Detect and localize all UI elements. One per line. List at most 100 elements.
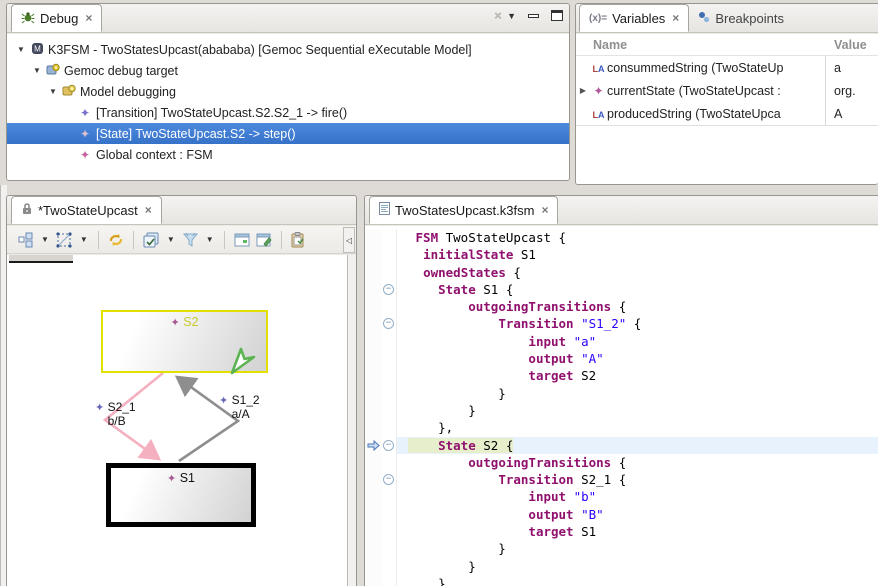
code-line-15[interactable]: − Transition S2_1 {: [365, 471, 878, 488]
code-line-3[interactable]: ownedStates {: [365, 264, 878, 281]
code-line-12[interactable]: },: [365, 419, 878, 436]
maximize-icon[interactable]: [551, 10, 563, 21]
code-line-21[interactable]: }: [365, 575, 878, 586]
debug-tree-item-2[interactable]: ▼Model debugging: [7, 81, 569, 102]
layout-icon[interactable]: [15, 229, 37, 251]
code-text[interactable]: output "B": [397, 506, 878, 523]
code-text[interactable]: }: [397, 558, 878, 575]
code-text[interactable]: target S2: [397, 367, 878, 384]
code-line-19[interactable]: }: [365, 540, 878, 557]
minimize-icon[interactable]: [528, 14, 539, 18]
code-line-11[interactable]: }: [365, 402, 878, 419]
layers-icon[interactable]: [140, 229, 163, 251]
expander-expanded-icon[interactable]: ▼: [29, 66, 45, 75]
dropdown-arrow-icon[interactable]: ▼: [163, 235, 179, 244]
code-line-7[interactable]: input "a": [365, 333, 878, 350]
code-text[interactable]: initialState S1: [397, 246, 878, 263]
dropdown-arrow-icon[interactable]: ▼: [202, 235, 218, 244]
fold-margin: [382, 454, 397, 471]
debug-tree-item-4[interactable]: ✦[State] TwoStateUpcast.S2 -> step(): [7, 123, 569, 144]
code-text[interactable]: input "b": [397, 488, 878, 505]
code-text[interactable]: ownedStates {: [397, 264, 878, 281]
clipboard-icon[interactable]: [288, 229, 308, 251]
tab-code[interactable]: TwoStatesUpcast.k3fsm ×: [369, 196, 558, 224]
window-edit-icon[interactable]: [253, 229, 275, 251]
code-line-13[interactable]: − State S2 {: [365, 437, 878, 454]
code-text[interactable]: State S1 {: [397, 281, 878, 298]
code-line-5[interactable]: outgoingTransitions {: [365, 298, 878, 315]
fold-collapse-icon[interactable]: −: [383, 474, 394, 485]
code-line-4[interactable]: − State S1 {: [365, 281, 878, 298]
fold-collapse-icon[interactable]: −: [383, 440, 394, 451]
code-line-10[interactable]: }: [365, 385, 878, 402]
code-line-16[interactable]: input "b": [365, 488, 878, 505]
expander-expanded-icon[interactable]: ▼: [13, 45, 29, 54]
fold-collapse-icon[interactable]: −: [383, 284, 394, 295]
view-menu-icon[interactable]: ▼: [507, 11, 516, 21]
code-line-2[interactable]: initialState S1: [365, 246, 878, 263]
code-text[interactable]: FSM TwoStateUpcast {: [397, 229, 878, 246]
code-text[interactable]: }: [397, 385, 878, 402]
code-text[interactable]: output "A": [397, 350, 878, 367]
code-text[interactable]: target S1: [397, 523, 878, 540]
expander-collapsed-icon[interactable]: ▶: [576, 86, 590, 95]
state-S1[interactable]: ✦ S1: [106, 463, 256, 527]
variable-row-0[interactable]: LAconsummedString (TwoStateUpa: [576, 56, 878, 79]
tab-diagram[interactable]: *TwoStateUpcast ×: [11, 196, 162, 224]
code-line-6[interactable]: − Transition "S1_2" {: [365, 315, 878, 332]
debug-tree-item-3[interactable]: ✦[Transition] TwoStateUpcast.S2.S2_1 -> …: [7, 102, 569, 123]
variables-column-header[interactable]: Name Value: [576, 34, 878, 56]
code-text[interactable]: Transition S2_1 {: [397, 471, 878, 488]
toolbar-collapse-button[interactable]: ◁: [343, 227, 355, 253]
diagram-canvas[interactable]: ✦ S2 ✦ S1 ✦ S2_1b/B ✦ S1: [7, 255, 356, 586]
dropdown-arrow-icon[interactable]: ▼: [76, 235, 92, 244]
remove-terminated-icon[interactable]: ××: [494, 8, 495, 23]
code-line-18[interactable]: target S1: [365, 523, 878, 540]
fold-margin: [382, 419, 397, 436]
debug-target-icon: [45, 63, 61, 79]
code-text[interactable]: },: [397, 419, 878, 436]
tab-debug[interactable]: Debug ×: [11, 4, 102, 32]
variable-row-1[interactable]: ▶✦currentState (TwoStateUpcast :org.: [576, 79, 878, 102]
code-text[interactable]: Transition "S1_2" {: [397, 315, 878, 332]
fold-margin[interactable]: −: [382, 281, 397, 298]
expander-expanded-icon[interactable]: ▼: [45, 87, 61, 96]
tab-variables[interactable]: (x)= Variables ×: [579, 4, 689, 32]
fold-margin[interactable]: −: [382, 437, 397, 454]
code-line-14[interactable]: outgoingTransitions {: [365, 454, 878, 471]
window-icon[interactable]: [231, 229, 253, 251]
code-area[interactable]: FSM TwoStateUpcast { initialState S1 own…: [365, 226, 878, 586]
dropdown-arrow-icon[interactable]: ▼: [37, 235, 53, 244]
tab-breakpoints[interactable]: Breakpoints: [689, 4, 793, 32]
code-line-1[interactable]: FSM TwoStateUpcast {: [365, 229, 878, 246]
code-text[interactable]: }: [397, 575, 878, 586]
debug-tree-item-5[interactable]: ✦Global context : FSM: [7, 144, 569, 165]
marquee-icon[interactable]: [53, 229, 76, 251]
variable-row-2[interactable]: LAproducedString (TwoStateUpcaA: [576, 102, 878, 125]
code-text[interactable]: State S2 {: [397, 437, 878, 454]
code-text[interactable]: input "a": [397, 333, 878, 350]
code-line-20[interactable]: }: [365, 558, 878, 575]
tab-debug-close-icon[interactable]: ×: [85, 11, 92, 25]
code-text[interactable]: }: [397, 402, 878, 419]
transition-S1_2-label[interactable]: ✦ S1_2a/A: [219, 393, 260, 421]
fold-margin[interactable]: −: [382, 315, 397, 332]
refresh-icon[interactable]: [105, 229, 127, 251]
fold-collapse-icon[interactable]: −: [383, 318, 394, 329]
code-line-8[interactable]: output "A": [365, 350, 878, 367]
code-text[interactable]: outgoingTransitions {: [397, 298, 878, 315]
code-line-9[interactable]: target S2: [365, 367, 878, 384]
tab-code-close-icon[interactable]: ×: [541, 203, 548, 217]
code-text[interactable]: }: [397, 540, 878, 557]
code-text[interactable]: outgoingTransitions {: [397, 454, 878, 471]
fold-margin[interactable]: −: [382, 471, 397, 488]
diagram-vertical-scrollbar[interactable]: [347, 255, 356, 586]
code-line-17[interactable]: output "B": [365, 506, 878, 523]
debug-tree-item-0[interactable]: ▼MK3FSM - TwoStatesUpcast(abababa) [Gemo…: [7, 39, 569, 60]
tab-variables-close-icon[interactable]: ×: [672, 11, 679, 25]
debug-tree-item-1[interactable]: ▼Gemoc debug target: [7, 60, 569, 81]
transition-S2_1-label[interactable]: ✦ S2_1b/B: [95, 400, 136, 428]
tab-diagram-close-icon[interactable]: ×: [145, 203, 152, 217]
state-S2[interactable]: ✦ S2: [101, 310, 268, 373]
filter-icon[interactable]: [179, 229, 202, 251]
